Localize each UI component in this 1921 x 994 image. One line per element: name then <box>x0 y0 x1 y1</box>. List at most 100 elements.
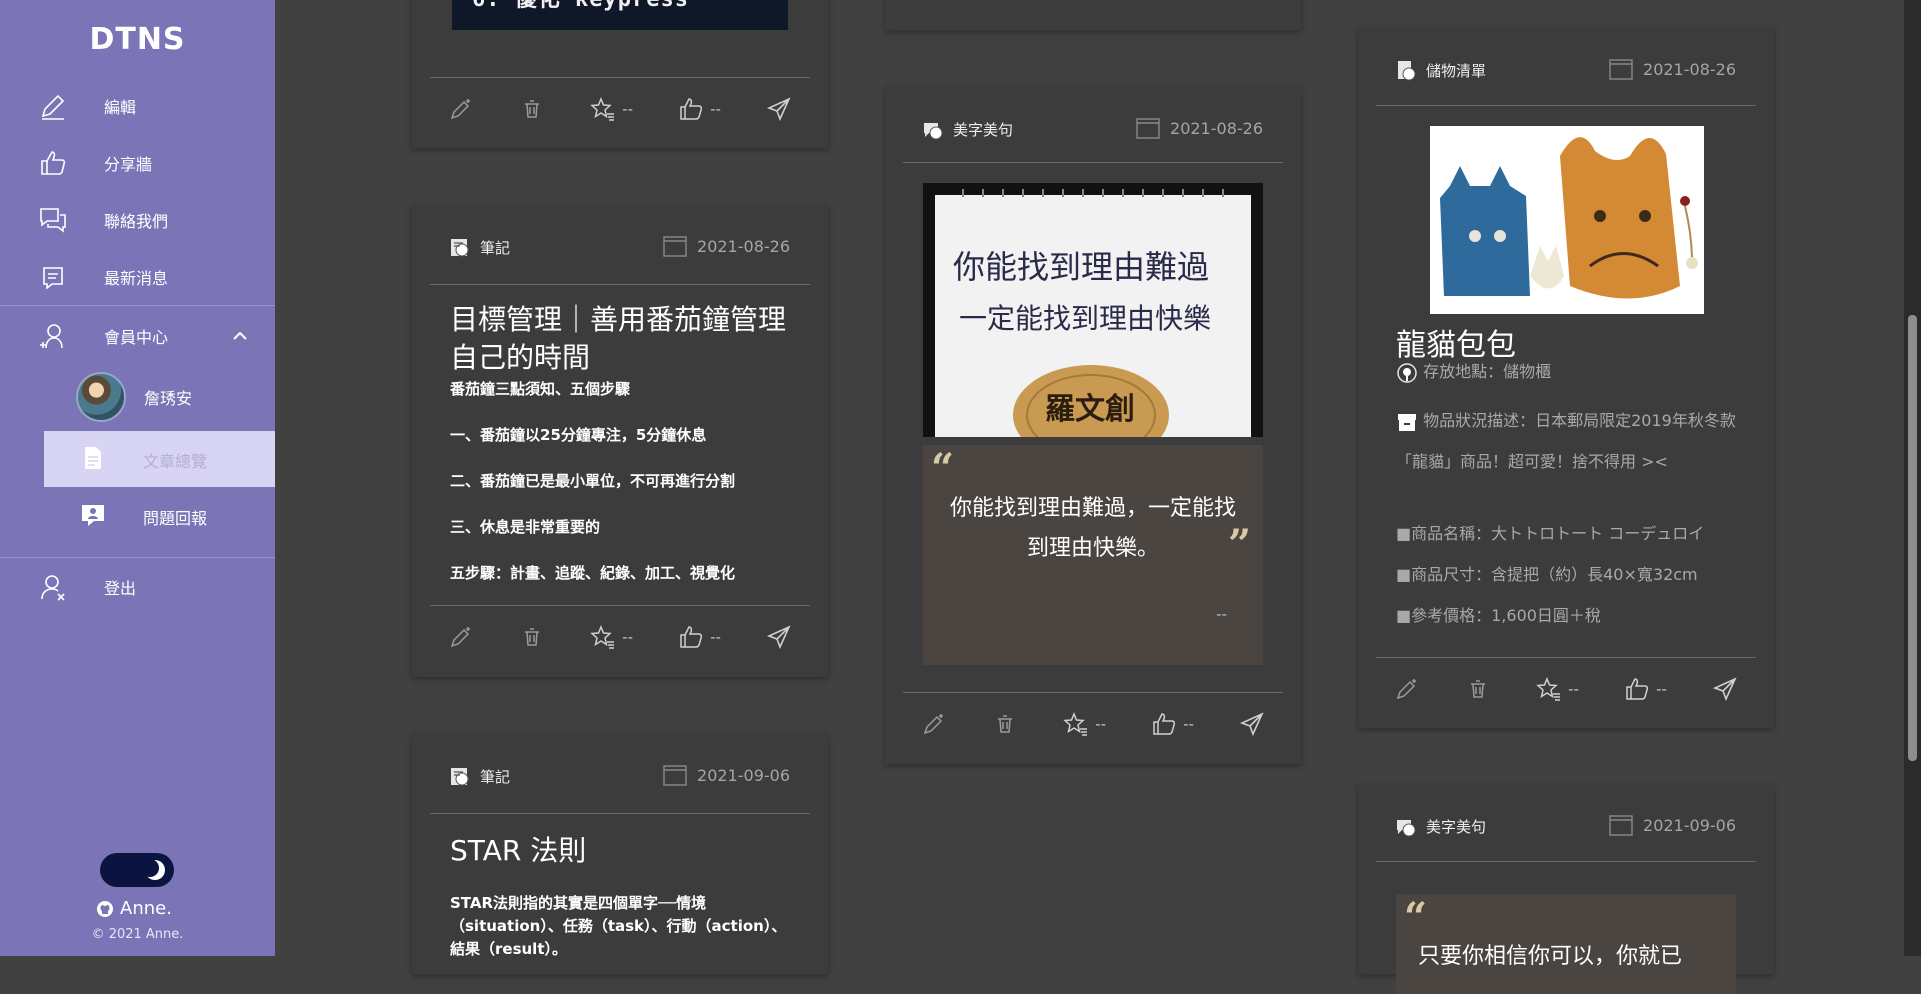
edit-button[interactable] <box>448 624 474 650</box>
share-button[interactable] <box>766 96 792 122</box>
share-button[interactable] <box>1712 676 1738 702</box>
category-label: 美字美句 <box>953 120 1014 139</box>
product-title[interactable]: 龍貓包包 <box>1396 320 1516 364</box>
scrollbar-thumb[interactable] <box>1908 315 1917 761</box>
nav-item-edit[interactable]: 編輯 <box>0 82 275 130</box>
article-card[interactable]: 美字美句 2021-08-26 你能找到理由難過 一定能找到理由快樂 羅文創 “… <box>885 87 1301 764</box>
notebook-icon <box>451 768 469 786</box>
product-detail: ■商品尺寸：含提把（約）長40×寬32cm <box>1396 565 1698 584</box>
body-line: 三、休息是非常重要的 <box>450 518 601 536</box>
share-button[interactable] <box>766 624 792 650</box>
product-detail: ■參考價格：1,600日圓＋稅 <box>1396 606 1601 625</box>
like-button[interactable]: -- <box>678 624 721 650</box>
category: 筆記 <box>448 764 510 788</box>
favorite-button[interactable]: -- <box>1063 711 1106 737</box>
sidebar-item-report[interactable]: 問題回報 <box>44 488 275 544</box>
nav-item-logout[interactable]: 登出 <box>0 563 275 611</box>
favorite-button[interactable]: -- <box>590 624 633 650</box>
edit-sparkle-icon <box>450 99 470 120</box>
nav-item-member-center[interactable]: 會員中心 <box>0 312 275 360</box>
quote-bubble-icon <box>924 123 943 140</box>
delete-button[interactable] <box>1465 676 1491 702</box>
open-quote-icon: “ <box>1404 894 1428 941</box>
report-icon <box>82 505 104 526</box>
like-count: -- <box>1183 715 1194 733</box>
article-title[interactable]: STAR 法則 <box>450 832 788 870</box>
post-date: 2021-09-06 <box>1609 814 1736 836</box>
edit-button[interactable] <box>448 96 474 122</box>
like-count: -- <box>1656 680 1667 698</box>
send-icon <box>1239 712 1264 737</box>
article-title[interactable]: 目標管理｜善用番茄鐘管理自己的時間 <box>450 301 788 377</box>
article-card[interactable]: 筆記 2021-08-26 目標管理｜善用番茄鐘管理自己的時間 番茄鐘三點須知、… <box>412 205 828 677</box>
pen-icon <box>41 94 65 120</box>
thumbs-up-icon <box>41 151 66 175</box>
like-button[interactable]: -- <box>678 96 721 122</box>
sidebar-item-article-overview[interactable]: 文章總覽 <box>44 431 275 487</box>
star-list-icon <box>1063 712 1088 736</box>
card-header: 筆記 2021-09-06 <box>430 734 810 814</box>
thumbs-up-icon <box>1626 678 1649 700</box>
date-text: 2021-09-06 <box>1643 815 1736 835</box>
favorite-count: -- <box>622 628 633 646</box>
storage-list-icon <box>1398 61 1416 81</box>
quote-author: -- <box>1216 605 1227 623</box>
article-card[interactable]: 儲物清單 2021-08-26 龍貓包包 存放地點：儲物櫃 物品狀況描述：日本郵… <box>1358 28 1774 728</box>
edit-button[interactable] <box>1394 676 1420 702</box>
category: 筆記 <box>448 235 510 259</box>
card-actions: -- -- <box>430 605 810 675</box>
nav-item-news[interactable]: 最新消息 <box>0 253 275 301</box>
favorite-count: -- <box>622 100 633 118</box>
edit-button[interactable] <box>921 711 947 737</box>
favorite-button[interactable]: -- <box>590 96 633 122</box>
user-name: 詹琇安 <box>144 389 193 408</box>
product-description-text: 物品狀況描述：日本郵局限定2019年秋冬款「龍貓」商品！超可愛！捨不得用 >< <box>1396 411 1736 471</box>
theme-toggle[interactable] <box>100 853 174 887</box>
favorite-button[interactable]: -- <box>1536 676 1579 702</box>
category: 美字美句 <box>1394 814 1486 838</box>
like-count: -- <box>710 100 721 118</box>
article-body: STAR法則指的其實是四個單字──情境（situation）、任務（task）、… <box>450 894 787 958</box>
like-button[interactable]: -- <box>1151 711 1194 737</box>
body-line: 番茄鐘三點須知、五個步驟 <box>450 380 631 398</box>
favorite-count: -- <box>1568 680 1579 698</box>
article-card: 6. 優化 keypress -- -- <box>412 0 828 148</box>
archive-box-icon <box>1398 413 1416 431</box>
delete-button[interactable] <box>992 711 1018 737</box>
send-icon <box>766 97 791 122</box>
nav-item-label: 編輯 <box>104 98 137 117</box>
nav-item-contact[interactable]: 聯絡我們 <box>0 196 275 244</box>
footer-user: Anne. <box>96 898 172 919</box>
thumbs-up-icon <box>680 98 703 120</box>
product-location-text: 存放地點：儲物櫃 <box>1423 362 1552 381</box>
body-line: 五步驟：計畫、追蹤、紀錄、加工、視覺化 <box>450 564 736 582</box>
divider <box>0 305 275 306</box>
quote-bubble-icon <box>1397 820 1416 837</box>
member-profile[interactable]: 詹琇安 <box>76 370 275 424</box>
thumbs-up-icon <box>1153 713 1176 735</box>
page-scrollbar[interactable] <box>1904 0 1921 956</box>
star-list-icon <box>1536 677 1561 701</box>
category: 美字美句 <box>921 117 1013 141</box>
delete-button[interactable] <box>519 96 545 122</box>
news-icon <box>43 267 63 290</box>
share-button[interactable] <box>1239 711 1265 737</box>
nav-item-share-wall[interactable]: 分享牆 <box>0 139 275 187</box>
product-location: 存放地點：儲物櫃 <box>1396 361 1744 384</box>
send-icon <box>1712 677 1737 702</box>
article-card[interactable]: 美字美句 2021-09-06 “ 只要你相信你可以，你就已 <box>1358 784 1774 994</box>
card-header: 儲物清單 2021-08-26 <box>1376 28 1756 106</box>
app-logo[interactable]: DTNS <box>0 22 275 57</box>
date-text: 2021-08-26 <box>697 236 790 256</box>
delete-button[interactable] <box>519 624 545 650</box>
user-add-icon <box>40 324 63 349</box>
like-button[interactable]: -- <box>1624 676 1667 702</box>
edit-sparkle-icon <box>923 714 943 735</box>
article-card[interactable]: 筆記 2021-09-06 STAR 法則 STAR法則指的其實是四個單字──情… <box>412 734 828 974</box>
card-actions: -- -- <box>1376 657 1756 727</box>
quote-text: 只要你相信你可以，你就已 <box>1418 944 1683 969</box>
category: 儲物清單 <box>1394 58 1486 82</box>
chevron-up-icon[interactable] <box>230 326 250 346</box>
footer-user-name: Anne. <box>120 898 172 919</box>
nav-item-label: 聯絡我們 <box>104 212 169 231</box>
